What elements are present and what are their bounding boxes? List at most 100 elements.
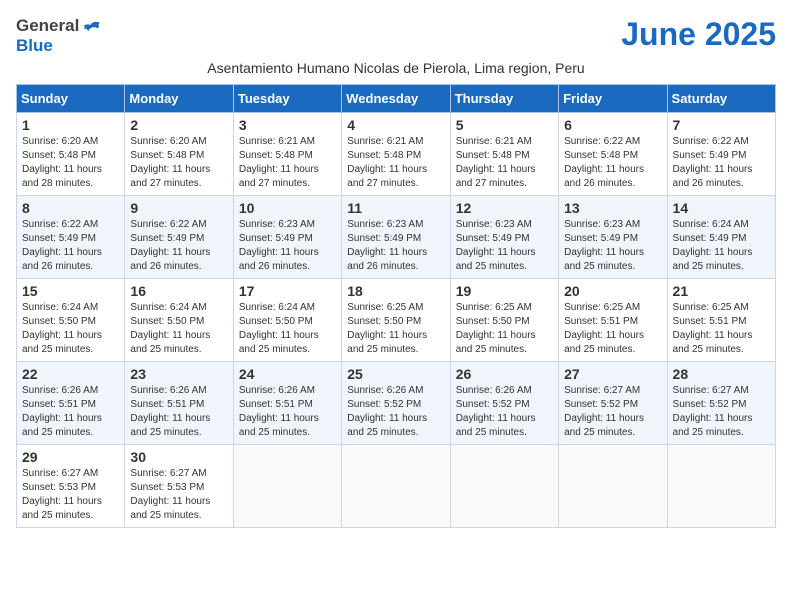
calendar-cell: 3Sunrise: 6:21 AM Sunset: 5:48 PM Daylig… <box>233 113 341 196</box>
day-number: 15 <box>22 283 119 299</box>
day-info: Sunrise: 6:27 AM Sunset: 5:52 PM Dayligh… <box>673 384 770 440</box>
logo: General Blue <box>16 16 101 56</box>
calendar-cell: 1 Sunrise: 6:20 AM Sunset: 5:48 PM Daylig… <box>17 113 125 196</box>
calendar-cell: 21Sunrise: 6:25 AM Sunset: 5:51 PM Dayli… <box>667 279 775 362</box>
day-info: Sunrise: 6:25 AM Sunset: 5:50 PM Dayligh… <box>456 301 553 357</box>
calendar-cell <box>559 445 667 528</box>
calendar-cell: 14 Sunrise: 6:24 AM Sunset: 5:49 PM Dayli… <box>667 196 775 279</box>
calendar-cell: 15 Sunrise: 6:24 AM Sunset: 5:50 PM Dayli… <box>17 279 125 362</box>
day-info: Sunrise: 6:26 AM Sunset: 5:52 PM Dayligh… <box>347 384 444 440</box>
calendar-cell: 26 Sunrise: 6:26 AM Sunset: 5:52 PM Dayli… <box>450 362 558 445</box>
day-number: 19 <box>456 283 553 299</box>
day-info: Sunrise: 6:25 AM Sunset: 5:50 PM Dayligh… <box>347 301 444 357</box>
day-info: Sunrise: 6:21 AM Sunset: 5:48 PM Dayligh… <box>456 135 553 191</box>
day-info: Sunrise: 6:22 AM Sunset: 5:49 PM Dayligh… <box>22 218 119 274</box>
calendar-cell: 22 Sunrise: 6:26 AM Sunset: 5:51 PM Dayli… <box>17 362 125 445</box>
weekday-header-row: SundayMondayTuesdayWednesdayThursdayFrid… <box>17 85 776 113</box>
calendar-cell: 13 Sunrise: 6:23 AM Sunset: 5:49 PM Dayli… <box>559 196 667 279</box>
calendar-cell: 19 Sunrise: 6:25 AM Sunset: 5:50 PM Dayli… <box>450 279 558 362</box>
day-info: Sunrise: 6:23 AM Sunset: 5:49 PM Dayligh… <box>564 218 661 274</box>
calendar-body: 1 Sunrise: 6:20 AM Sunset: 5:48 PM Daylig… <box>17 113 776 528</box>
calendar-cell <box>667 445 775 528</box>
calendar-cell: 25 Sunrise: 6:26 AM Sunset: 5:52 PM Dayli… <box>342 362 450 445</box>
calendar-cell: 27 Sunrise: 6:27 AM Sunset: 5:52 PM Dayli… <box>559 362 667 445</box>
day-info: Sunrise: 6:24 AM Sunset: 5:49 PM Dayligh… <box>673 218 770 274</box>
day-info: Sunrise: 6:22 AM Sunset: 5:49 PM Dayligh… <box>130 218 227 274</box>
weekday-tuesday: Tuesday <box>233 85 341 113</box>
calendar-cell: 9Sunrise: 6:22 AM Sunset: 5:49 PM Daylig… <box>125 196 233 279</box>
calendar-cell <box>342 445 450 528</box>
day-number: 1 <box>22 117 119 133</box>
day-info: Sunrise: 6:27 AM Sunset: 5:53 PM Dayligh… <box>130 467 227 523</box>
day-info: Sunrise: 6:24 AM Sunset: 5:50 PM Dayligh… <box>239 301 336 357</box>
day-info: Sunrise: 6:27 AM Sunset: 5:52 PM Dayligh… <box>564 384 661 440</box>
calendar-cell: 16 Sunrise: 6:24 AM Sunset: 5:50 PM Dayli… <box>125 279 233 362</box>
day-number: 25 <box>347 366 444 382</box>
day-info: Sunrise: 6:26 AM Sunset: 5:52 PM Dayligh… <box>456 384 553 440</box>
day-number: 22 <box>22 366 119 382</box>
day-info: Sunrise: 6:20 AM Sunset: 5:48 PM Dayligh… <box>130 135 227 191</box>
day-info: Sunrise: 6:24 AM Sunset: 5:50 PM Dayligh… <box>130 301 227 357</box>
day-info: Sunrise: 6:20 AM Sunset: 5:48 PM Dayligh… <box>22 135 119 191</box>
day-number: 29 <box>22 449 119 465</box>
day-number: 13 <box>564 200 661 216</box>
calendar-cell: 18 Sunrise: 6:25 AM Sunset: 5:50 PM Dayli… <box>342 279 450 362</box>
day-number: 23 <box>130 366 227 382</box>
day-info: Sunrise: 6:27 AM Sunset: 5:53 PM Dayligh… <box>22 467 119 523</box>
day-number: 10 <box>239 200 336 216</box>
day-info: Sunrise: 6:24 AM Sunset: 5:50 PM Dayligh… <box>22 301 119 357</box>
logo-bird-icon <box>81 16 101 36</box>
day-number: 2 <box>130 117 227 133</box>
day-info: Sunrise: 6:22 AM Sunset: 5:48 PM Dayligh… <box>564 135 661 191</box>
day-number: 11 <box>347 200 444 216</box>
day-number: 27 <box>564 366 661 382</box>
calendar-cell <box>450 445 558 528</box>
day-info: Sunrise: 6:23 AM Sunset: 5:49 PM Dayligh… <box>456 218 553 274</box>
day-number: 5 <box>456 117 553 133</box>
day-number: 26 <box>456 366 553 382</box>
calendar-week-5: 29 Sunrise: 6:27 AM Sunset: 5:53 PM Dayli… <box>17 445 776 528</box>
day-number: 4 <box>347 117 444 133</box>
calendar-cell: 5 Sunrise: 6:21 AM Sunset: 5:48 PM Daylig… <box>450 113 558 196</box>
weekday-friday: Friday <box>559 85 667 113</box>
day-info: Sunrise: 6:23 AM Sunset: 5:49 PM Dayligh… <box>347 218 444 274</box>
calendar-cell: 20 Sunrise: 6:25 AM Sunset: 5:51 PM Dayli… <box>559 279 667 362</box>
day-info: Sunrise: 6:23 AM Sunset: 5:49 PM Dayligh… <box>239 218 336 274</box>
calendar-cell: 12Sunrise: 6:23 AM Sunset: 5:49 PM Dayli… <box>450 196 558 279</box>
calendar-cell: 7Sunrise: 6:22 AM Sunset: 5:49 PM Daylig… <box>667 113 775 196</box>
calendar-week-3: 15 Sunrise: 6:24 AM Sunset: 5:50 PM Dayli… <box>17 279 776 362</box>
calendar-cell: 30Sunrise: 6:27 AM Sunset: 5:53 PM Dayli… <box>125 445 233 528</box>
calendar-week-4: 22 Sunrise: 6:26 AM Sunset: 5:51 PM Dayli… <box>17 362 776 445</box>
calendar-cell <box>233 445 341 528</box>
day-number: 20 <box>564 283 661 299</box>
calendar-cell: 17Sunrise: 6:24 AM Sunset: 5:50 PM Dayli… <box>233 279 341 362</box>
calendar-table: SundayMondayTuesdayWednesdayThursdayFrid… <box>16 84 776 528</box>
logo-general: General <box>16 16 79 36</box>
calendar-week-2: 8 Sunrise: 6:22 AM Sunset: 5:49 PM Daylig… <box>17 196 776 279</box>
weekday-wednesday: Wednesday <box>342 85 450 113</box>
calendar-cell: 4 Sunrise: 6:21 AM Sunset: 5:48 PM Daylig… <box>342 113 450 196</box>
calendar-cell: 8 Sunrise: 6:22 AM Sunset: 5:49 PM Daylig… <box>17 196 125 279</box>
weekday-saturday: Saturday <box>667 85 775 113</box>
day-number: 14 <box>673 200 770 216</box>
day-number: 21 <box>673 283 770 299</box>
day-info: Sunrise: 6:26 AM Sunset: 5:51 PM Dayligh… <box>130 384 227 440</box>
calendar-week-1: 1 Sunrise: 6:20 AM Sunset: 5:48 PM Daylig… <box>17 113 776 196</box>
calendar-cell: 11 Sunrise: 6:23 AM Sunset: 5:49 PM Dayli… <box>342 196 450 279</box>
calendar-cell: 29 Sunrise: 6:27 AM Sunset: 5:53 PM Dayli… <box>17 445 125 528</box>
day-number: 8 <box>22 200 119 216</box>
calendar-subtitle: Asentamiento Humano Nicolas de Pierola, … <box>16 60 776 76</box>
day-number: 28 <box>673 366 770 382</box>
day-info: Sunrise: 6:21 AM Sunset: 5:48 PM Dayligh… <box>239 135 336 191</box>
weekday-sunday: Sunday <box>17 85 125 113</box>
day-info: Sunrise: 6:21 AM Sunset: 5:48 PM Dayligh… <box>347 135 444 191</box>
calendar-cell: 6Sunrise: 6:22 AM Sunset: 5:48 PM Daylig… <box>559 113 667 196</box>
calendar-cell: 2 Sunrise: 6:20 AM Sunset: 5:48 PM Daylig… <box>125 113 233 196</box>
page-header: General Blue June 2025 <box>16 16 776 56</box>
day-number: 16 <box>130 283 227 299</box>
day-number: 18 <box>347 283 444 299</box>
day-info: Sunrise: 6:25 AM Sunset: 5:51 PM Dayligh… <box>564 301 661 357</box>
month-title: June 2025 <box>621 16 776 53</box>
day-info: Sunrise: 6:26 AM Sunset: 5:51 PM Dayligh… <box>22 384 119 440</box>
calendar-cell: 23 Sunrise: 6:26 AM Sunset: 5:51 PM Dayli… <box>125 362 233 445</box>
